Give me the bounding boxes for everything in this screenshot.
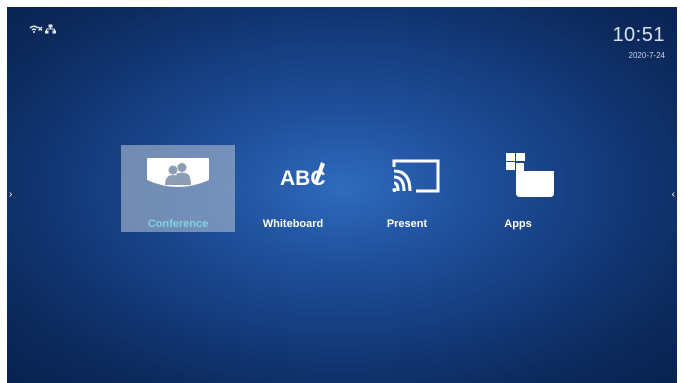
present-label: Present xyxy=(386,218,428,230)
conference-tile[interactable]: Conference xyxy=(121,145,235,232)
whiteboard-label: Whiteboard xyxy=(262,218,324,230)
left-arrow-icon[interactable]: › xyxy=(9,190,12,200)
whiteboard-tile[interactable]: ABC Whiteboard xyxy=(236,145,350,232)
clock-date: 2020-7-24 xyxy=(628,51,665,60)
apps-folder-icon xyxy=(482,152,554,202)
ethernet-icon xyxy=(45,21,56,39)
right-arrow-icon[interactable]: ‹ xyxy=(672,190,675,200)
apps-label: Apps xyxy=(504,218,532,230)
people-icon xyxy=(147,157,209,197)
status-bar xyxy=(29,21,56,39)
clock-time: 10:51 xyxy=(612,24,665,46)
home-screen: 10:51 2020-7-24 › ‹ Conference ABC White… xyxy=(7,7,677,383)
clock: 10:51 2020-7-24 xyxy=(612,25,665,61)
present-tile[interactable]: Present xyxy=(350,145,464,232)
apps-tile[interactable]: Apps xyxy=(461,145,575,232)
conference-label: Conference xyxy=(147,218,209,230)
abc-pen-icon: ABC xyxy=(257,158,329,197)
wifi-off-icon xyxy=(29,21,43,39)
cast-icon xyxy=(372,155,442,200)
